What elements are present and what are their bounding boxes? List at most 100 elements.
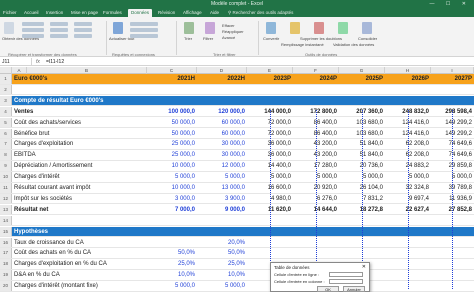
col-input-field[interactable]	[329, 279, 363, 284]
tab-accueil[interactable]: Accueil	[24, 10, 39, 15]
table-cell[interactable]: 5 000,0	[197, 281, 247, 291]
table-cell[interactable]: 60 000,0	[197, 118, 247, 128]
formula-input[interactable]: =I11-I12	[46, 59, 64, 65]
text-to-columns-icon[interactable]	[266, 22, 276, 34]
table-row[interactable]: 18 Charges d'exploitation en % du CA 25,0%…	[0, 259, 474, 270]
table-cell[interactable]: 50,0%	[197, 248, 247, 258]
row-label[interactable]: Dépréciation / Amortissement	[14, 161, 146, 171]
table-row[interactable]: 12 Impôt sur les sociétés 3 000,0 3 900,0 4 …	[0, 193, 474, 205]
window-controls[interactable]: — ☐ ✕	[430, 1, 471, 7]
column-header[interactable]: E	[247, 67, 293, 74]
table-cell[interactable]	[147, 238, 197, 248]
remove-duplicates-icon[interactable]	[314, 22, 324, 34]
tab-insertion[interactable]: Insertion	[46, 10, 63, 15]
row-label[interactable]	[14, 85, 146, 95]
table-cell[interactable]: 50 000,0	[147, 129, 197, 139]
ribbon-mini-2[interactable]	[22, 28, 44, 32]
get-data-icon[interactable]	[4, 22, 14, 34]
table-cell[interactable]: 10,0%	[147, 270, 197, 280]
row-number[interactable]: 10	[0, 172, 12, 182]
ok-button[interactable]: OK	[317, 286, 339, 292]
row-number[interactable]: 7	[0, 139, 12, 149]
table-cell[interactable]: 120 000,0	[197, 107, 247, 117]
row-label[interactable]: Compte de résultat Euro €000's	[14, 96, 146, 106]
ribbon-mini-1[interactable]	[22, 22, 44, 26]
table-row[interactable]: 4 Ventes 100 000,0 120 000,0 144 000,0 172 80…	[0, 106, 474, 118]
table-row[interactable]: 1 Euro €000's 2021H 2022H 2023P 2024P 2025P 202…	[0, 74, 474, 85]
table-cell[interactable]: 3 900,0	[197, 194, 247, 204]
ribbon-mini-10[interactable]	[130, 22, 158, 26]
column-header[interactable]: I	[431, 67, 474, 74]
row-number[interactable]: 2	[0, 84, 12, 95]
table-cell[interactable]: 5 000,0	[197, 172, 247, 182]
table-row[interactable]: 11 Résultat courant avant impôt 10 000,0 13…	[0, 183, 474, 194]
table-row[interactable]: 17 Coût des achats en % du CA 50,0% 50,0%	[0, 248, 474, 259]
row-number[interactable]: 8	[0, 150, 12, 160]
table-row[interactable]: 19 D&A en % du CA 10,0% 10,0%	[0, 270, 474, 281]
year-header[interactable]: 2024P	[293, 74, 339, 84]
table-row[interactable]: 10 Charges d'intérêt 5 000,0 5 000,0 5 000,0…	[0, 172, 474, 183]
tab-mise-en-page[interactable]: Mise en page	[71, 10, 98, 15]
row-number[interactable]: 12	[0, 193, 12, 204]
ribbon-mini-8[interactable]	[74, 28, 92, 32]
table-row[interactable]: 9 Dépréciation / Amortissement 10 000,0 12 …	[0, 161, 474, 172]
column-header[interactable]: H	[385, 67, 431, 74]
ribbon-mini-6[interactable]	[50, 34, 68, 38]
name-box[interactable]: J11	[0, 58, 32, 66]
table-row[interactable]: 7 Charges d'exploitation 25 000,0 30 000,0 3…	[0, 139, 474, 150]
row-number[interactable]: 3	[0, 95, 12, 106]
table-cell[interactable]: 3 000,0	[147, 194, 197, 204]
row-number[interactable]: 14	[0, 215, 12, 226]
table-cell[interactable]: 100 000,0	[147, 107, 197, 117]
table-row[interactable]: 16 Taux de croissance du CA 20,0%	[0, 237, 474, 248]
row-label[interactable]: Taux de croissance du CA	[14, 238, 146, 248]
select-all-corner[interactable]	[0, 67, 12, 74]
year-header[interactable]: 2022H	[197, 74, 247, 84]
data-validation-icon[interactable]	[338, 22, 348, 34]
filter-icon[interactable]	[205, 22, 215, 34]
column-header[interactable]: D	[197, 67, 247, 74]
cancel-button[interactable]: Annuler	[343, 286, 365, 292]
table-cell[interactable]: 25 000,0	[147, 139, 197, 149]
table-cell[interactable]: 9 000,0	[197, 205, 247, 215]
column-header[interactable]: C	[147, 67, 197, 74]
column-header[interactable]: B	[27, 67, 147, 74]
table-cell[interactable]: 25,0%	[147, 259, 197, 269]
consolidate-icon[interactable]	[362, 22, 372, 34]
row-label[interactable]: Hypothèses	[14, 227, 146, 237]
row-label[interactable]: Charges d'exploitation en % du CA	[14, 259, 146, 269]
row-number[interactable]: 15	[0, 226, 12, 237]
row-label[interactable]: Résultat courant avant impôt	[14, 183, 146, 193]
ribbon-mini-11[interactable]	[130, 28, 158, 32]
advanced-label[interactable]: Avancé	[222, 35, 235, 40]
row-input-field[interactable]	[329, 272, 363, 277]
table-row[interactable]: 20 Charges d'intérêt (montant fixe) 5 000,…	[0, 281, 474, 292]
row-label[interactable]: D&A en % du CA	[14, 270, 146, 280]
row-number[interactable]: 1	[0, 74, 12, 84]
table-cell[interactable]: 10 000,0	[147, 161, 197, 171]
sort-icon[interactable]	[184, 22, 194, 34]
row-number[interactable]: 4	[0, 106, 12, 117]
clear-label[interactable]: Effacer	[222, 23, 235, 28]
row-label[interactable]: Résultat net	[14, 205, 146, 215]
row-label[interactable]: EBITDA	[14, 150, 146, 160]
table-cell[interactable]: 10,0%	[197, 270, 247, 280]
row-number[interactable]: 20	[0, 281, 12, 291]
table-cell[interactable]: 50,0%	[147, 248, 197, 258]
ribbon-mini-4[interactable]	[50, 22, 68, 26]
row-label[interactable]: Charges d'exploitation	[14, 139, 146, 149]
year-header[interactable]: 2023P	[247, 74, 293, 84]
tab-revision[interactable]: Révision	[158, 10, 175, 15]
row-label[interactable]	[14, 216, 146, 226]
table-cell[interactable]: 60 000,0	[197, 129, 247, 139]
row-number[interactable]: 11	[0, 183, 12, 193]
row-number[interactable]: 17	[0, 248, 12, 258]
year-header[interactable]: 2021H	[147, 74, 197, 84]
column-header[interactable]: A	[12, 67, 27, 74]
table-cell[interactable]: 30 000,0	[197, 139, 247, 149]
close-icon[interactable]: ✕	[362, 264, 366, 270]
ribbon-mini-7[interactable]	[74, 22, 92, 26]
spreadsheet-grid[interactable]: 1 Euro €000's 2021H 2022H 2023P 2024P 2025P 202…	[0, 74, 474, 292]
tab-affichage[interactable]: Affichage	[183, 10, 202, 15]
row-label[interactable]: Charges d'intérêt (montant fixe)	[14, 281, 146, 291]
